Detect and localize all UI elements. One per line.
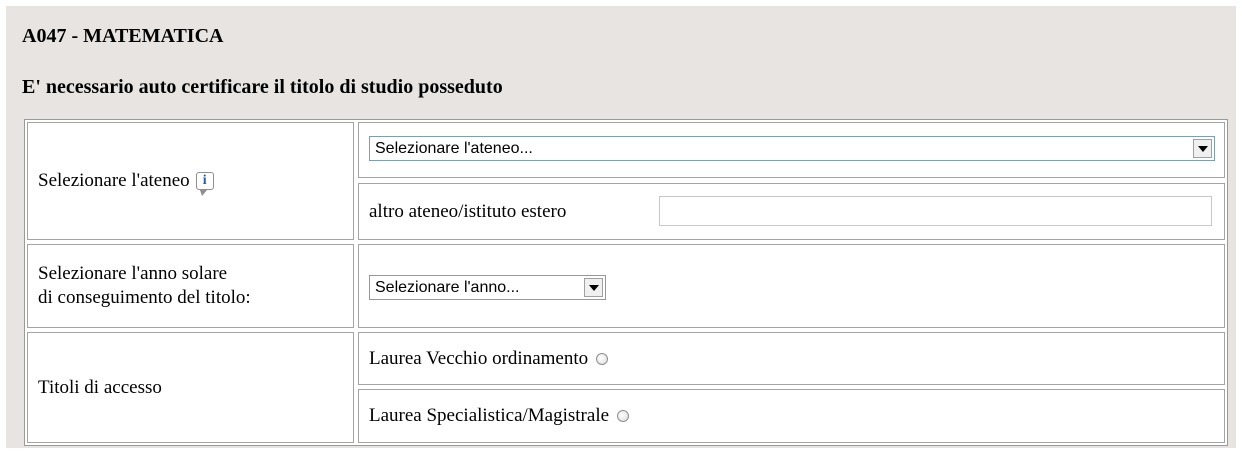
form-panel: A047 - MATEMATICA E' necessario auto cer… [6, 6, 1236, 448]
anno-select-value: Selezionare l'anno... [375, 278, 520, 296]
ateneo-label-cell: Selezionare l'ateneo i [27, 122, 354, 240]
radio-unchecked-icon[interactable] [596, 352, 609, 365]
section-instruction-heading: E' necessario auto certificare il titolo… [22, 76, 503, 98]
altro-ateneo-input[interactable] [659, 196, 1212, 226]
altro-ateneo-cell: altro ateneo/istituto estero [358, 183, 1225, 240]
radio-option-label: Laurea Specialistica/Magistrale [369, 405, 610, 426]
titoli-label: Titoli di accesso [38, 376, 162, 398]
radio-option-vecchio[interactable]: Laurea Vecchio ordinamento [358, 332, 1225, 385]
anno-label-line2: di conseguimento del titolo: [38, 287, 251, 308]
chevron-down-icon[interactable] [1193, 139, 1212, 158]
chevron-down-icon[interactable] [584, 278, 603, 297]
radio-option-label: Laurea Vecchio ordinamento [369, 347, 589, 369]
degree-form-table: Selezionare l'ateneo i Selezionare l'ate… [24, 119, 1228, 446]
ateneo-select[interactable]: Selezionare l'ateneo... [369, 136, 1215, 161]
ateneo-label: Selezionare l'ateneo [38, 170, 190, 191]
anno-label-line1: Selezionare l'anno solare [38, 263, 228, 284]
ateneo-select-value: Selezionare l'ateneo... [375, 139, 533, 157]
anno-select-cell: Selezionare l'anno... [358, 244, 1225, 328]
ateneo-select-cell: Selezionare l'ateneo... [358, 122, 1225, 178]
info-icon[interactable]: i [195, 172, 214, 196]
section-code-heading: A047 - MATEMATICA [22, 25, 224, 47]
radio-option-specialistica[interactable]: Laurea Specialistica/Magistrale [358, 389, 1225, 443]
titoli-label-cell: Titoli di accesso [27, 332, 354, 443]
radio-unchecked-icon[interactable] [617, 410, 630, 422]
anno-select[interactable]: Selezionare l'anno... [369, 275, 606, 300]
anno-label-cell: Selezionare l'anno solare di conseguimen… [27, 244, 354, 328]
altro-ateneo-label: altro ateneo/istituto estero [369, 200, 567, 222]
